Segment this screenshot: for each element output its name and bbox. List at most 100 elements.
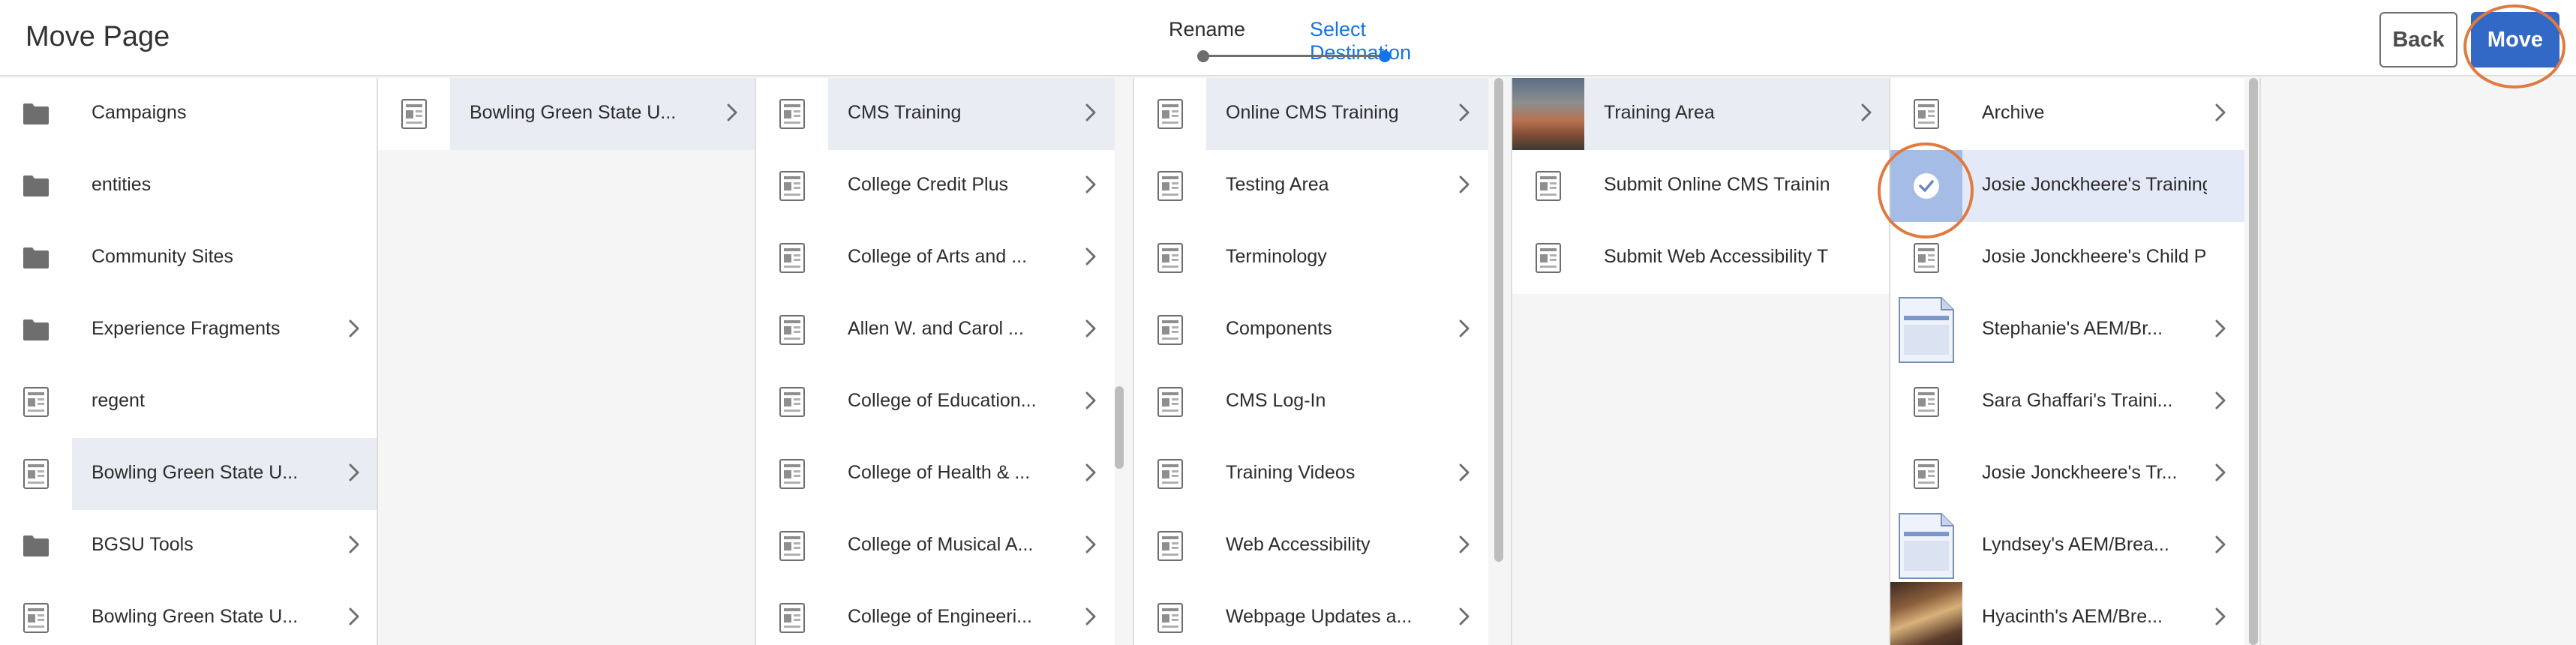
list-item[interactable]: CMS Log-In [1134,366,1488,438]
list-item[interactable]: Community Sites [0,222,377,294]
list-item[interactable]: Webpage Updates a... [1134,582,1488,645]
chevron-right-icon[interactable] [1082,248,1100,266]
chevron-right-icon[interactable] [2211,320,2229,338]
list-item-body[interactable]: Bowling Green State U... [72,582,377,645]
list-item-body[interactable]: Allen W. and Carol ... [828,294,1115,366]
chevron-right-icon[interactable] [1455,536,1473,554]
list-item[interactable]: Campaigns [0,78,377,150]
list-item-body[interactable]: Lyndsey's AEM/Brea... [1962,510,2244,582]
list-item-body[interactable]: College Credit Plus [828,150,1115,222]
list-item-body[interactable]: CMS Training [828,78,1115,150]
list-item-body[interactable]: Sara Ghaffari's Traini... [1962,366,2244,438]
column-6-scrollbar[interactable] [2249,78,2258,645]
list-item-body[interactable]: Archive [1962,78,2244,150]
list-item[interactable]: CMS Training [756,78,1115,150]
list-item-body[interactable]: Training Videos [1206,438,1488,510]
list-item[interactable]: Archive [1890,78,2244,150]
chevron-right-icon[interactable] [345,464,363,482]
list-item-body[interactable]: Online CMS Training [1206,78,1488,150]
column-5[interactable]: Training Area Submit Online CMS Training S… [1512,78,1890,645]
back-button[interactable]: Back [2379,12,2457,68]
list-item[interactable]: Sara Ghaffari's Traini... [1890,366,2244,438]
list-item[interactable]: Hyacinth's AEM/Bre... [1890,582,2244,645]
list-item[interactable]: Lyndsey's AEM/Brea... [1890,510,2244,582]
list-item-body[interactable]: regent [72,366,377,438]
chevron-right-icon[interactable] [1082,104,1100,122]
chevron-right-icon[interactable] [723,104,741,122]
list-item[interactable]: BGSU Tools [0,510,377,582]
list-item-body[interactable]: Community Sites [72,222,377,294]
list-item-body[interactable]: Hyacinth's AEM/Bre... [1962,582,2244,645]
chevron-right-icon[interactable] [1857,104,1875,122]
list-item[interactable]: Submit Online CMS Training [1512,150,1889,222]
list-item[interactable]: Bowling Green State U... [0,438,377,510]
chevron-right-icon[interactable] [2211,536,2229,554]
list-item-body[interactable]: BGSU Tools [72,510,377,582]
list-item-body[interactable]: Bowling Green State U... [72,438,377,510]
list-item[interactable]: College of Education... [756,366,1115,438]
chevron-right-icon[interactable] [1082,608,1100,626]
column-6[interactable]: Archive Josie Jonckheere's Training ... Jo… [1890,78,2261,645]
list-item-body[interactable]: Web Accessibility [1206,510,1488,582]
chevron-right-icon[interactable] [345,536,363,554]
list-item-body[interactable]: Bowling Green State U... [450,78,755,150]
chevron-right-icon[interactable] [1082,392,1100,410]
list-item[interactable]: Bowling Green State U... [378,78,755,150]
chevron-right-icon[interactable] [1455,464,1473,482]
list-item[interactable]: Components [1134,294,1488,366]
chevron-right-icon[interactable] [1455,608,1473,626]
list-item-body[interactable]: entities [72,150,377,222]
list-item-body[interactable]: College of Musical A... [828,510,1115,582]
list-item-body[interactable]: College of Engineeri... [828,582,1115,645]
list-item[interactable]: Testing Area [1134,150,1488,222]
chevron-right-icon[interactable] [2211,392,2229,410]
chevron-right-icon[interactable] [2211,608,2229,626]
list-item-body[interactable]: Submit Web Accessibility Train... [1584,222,1889,294]
chevron-right-icon[interactable] [1082,536,1100,554]
list-item-body[interactable]: Stephanie's AEM/Br... [1962,294,2244,366]
list-item[interactable]: Josie Jonckheere's Child Page [1890,222,2244,294]
column-3[interactable]: CMS Training College Credit Plus College o… [756,78,1134,645]
list-item-body[interactable]: Training Area [1584,78,1889,150]
list-item[interactable]: College of Health & ... [756,438,1115,510]
chevron-right-icon[interactable] [2211,464,2229,482]
column-4[interactable]: Online CMS Training Testing Area Terminolo… [1134,78,1512,645]
list-item[interactable]: College of Musical A... [756,510,1115,582]
list-item[interactable]: Training Videos [1134,438,1488,510]
list-item[interactable]: College Credit Plus [756,150,1115,222]
list-item[interactable]: College of Engineeri... [756,582,1115,645]
list-item-body[interactable]: Experience Fragments [72,294,377,366]
chevron-right-icon[interactable] [345,320,363,338]
list-item-body[interactable]: Campaigns [72,78,377,150]
list-item-body[interactable]: Josie Jonckheere's Child Page [1962,222,2244,294]
list-item[interactable]: Submit Web Accessibility Train... [1512,222,1889,294]
list-item[interactable]: Terminology [1134,222,1488,294]
list-item[interactable]: Training Area [1512,78,1889,150]
move-button[interactable]: Move [2471,12,2559,68]
list-item[interactable]: Online CMS Training [1134,78,1488,150]
list-item[interactable]: Allen W. and Carol ... [756,294,1115,366]
list-item[interactable]: Josie Jonckheere's Training ... [1890,150,2244,222]
list-item[interactable]: College of Arts and ... [756,222,1115,294]
list-item[interactable]: Josie Jonckheere's Tr... [1890,438,2244,510]
list-item-body[interactable]: Josie Jonckheere's Tr... [1962,438,2244,510]
list-item-body[interactable]: Josie Jonckheere's Training ... [1962,150,2244,222]
chevron-right-icon[interactable] [1082,176,1100,194]
list-item-body[interactable]: College of Health & ... [828,438,1115,510]
list-item-body[interactable]: Terminology [1206,222,1488,294]
list-item[interactable]: Web Accessibility [1134,510,1488,582]
list-item[interactable]: entities [0,150,377,222]
chevron-right-icon[interactable] [1455,104,1473,122]
column-4-scrollbar[interactable] [1494,78,1503,562]
chevron-right-icon[interactable] [1455,320,1473,338]
column-2[interactable]: Bowling Green State U... [378,78,756,645]
column-1[interactable]: Campaigns entities Community Sites Experien… [0,78,378,645]
list-item-body[interactable]: Components [1206,294,1488,366]
chevron-right-icon[interactable] [345,608,363,626]
chevron-right-icon[interactable] [1082,320,1100,338]
chevron-right-icon[interactable] [2211,104,2229,122]
step-rename[interactable]: Rename [1169,18,1245,41]
list-item-body[interactable]: Webpage Updates a... [1206,582,1488,645]
column-3-scrollbar[interactable] [1115,386,1124,469]
list-item[interactable]: Experience Fragments [0,294,377,366]
